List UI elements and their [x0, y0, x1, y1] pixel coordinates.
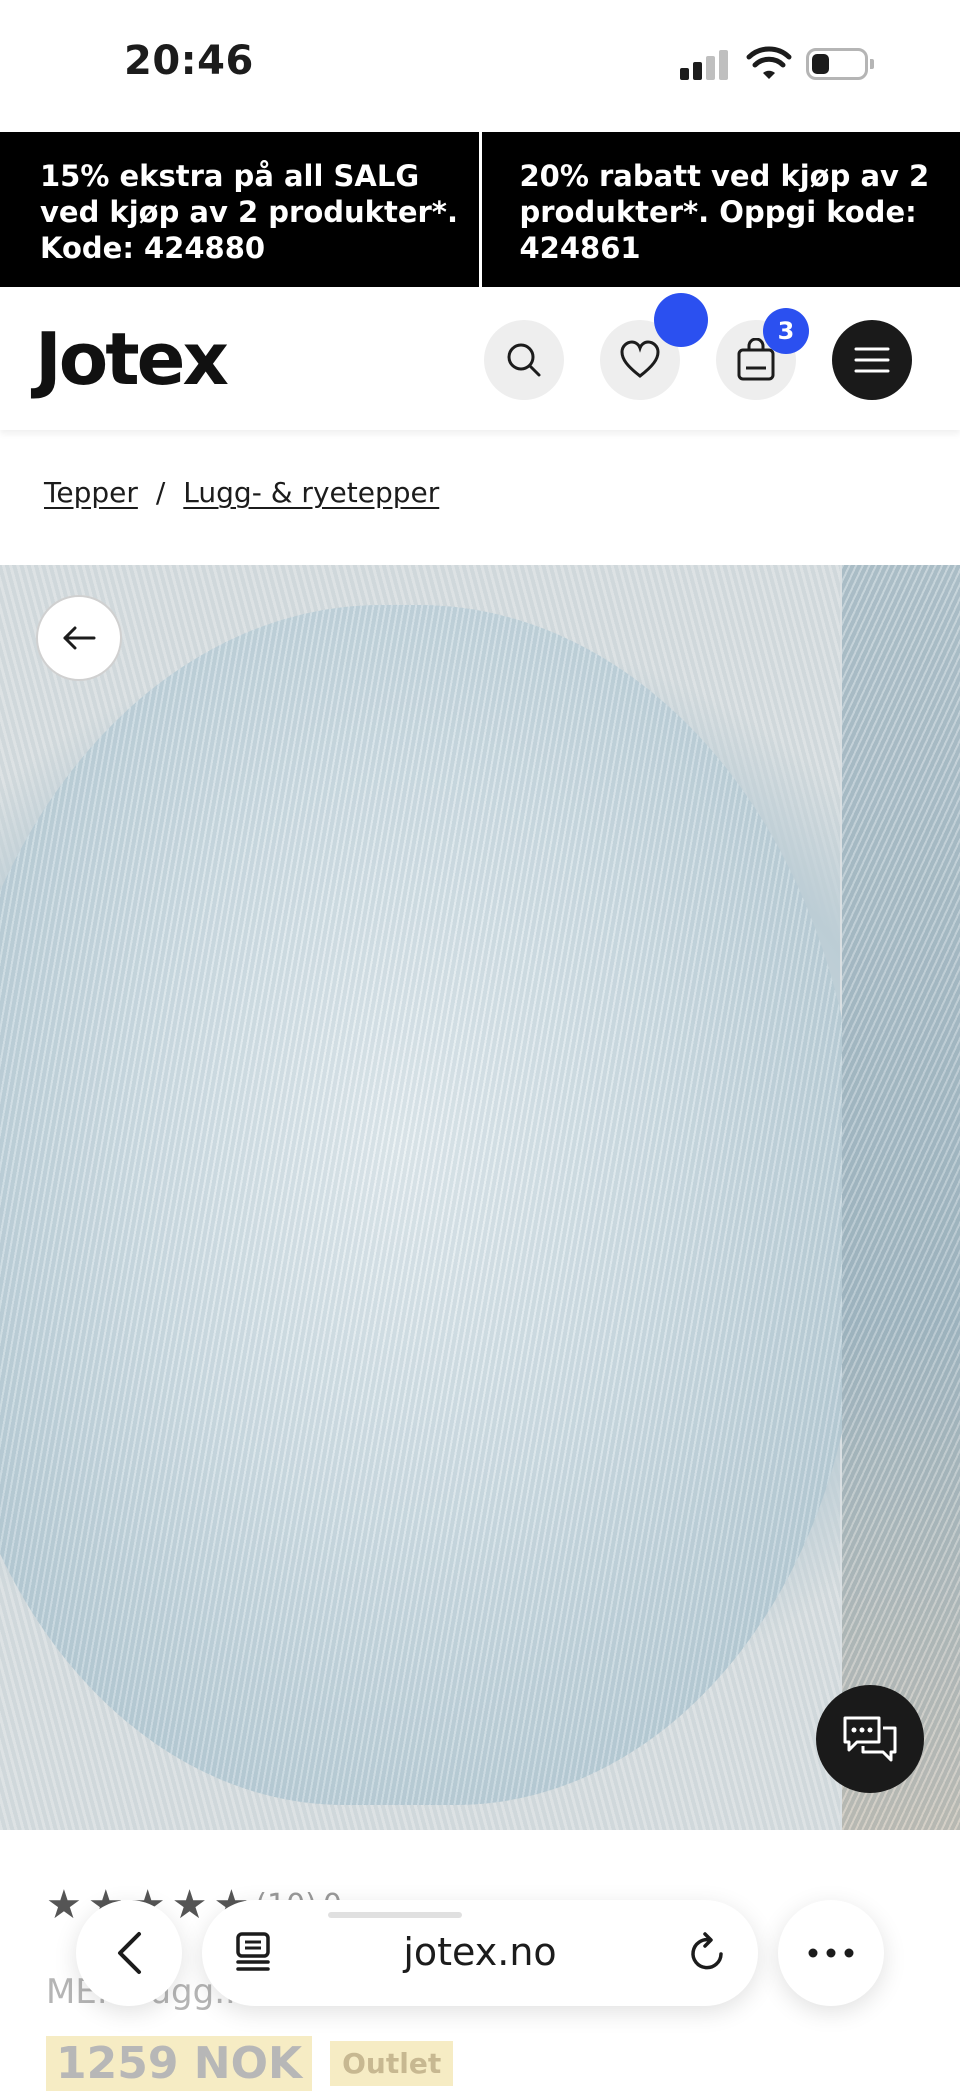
breadcrumb-separator: / — [156, 476, 165, 509]
cellular-signal-icon — [680, 50, 730, 80]
menu-button[interactable] — [832, 320, 912, 400]
cart-count-badge: 3 — [763, 308, 809, 354]
promo-banner: 15% ekstra på all SALG ved kjøp av 2 pro… — [0, 132, 960, 287]
url-text: jotex.no — [202, 1930, 758, 1974]
product-image-next-preview[interactable] — [842, 565, 960, 1830]
more-options-button[interactable] — [778, 1900, 884, 2006]
product-image-gallery[interactable] — [0, 565, 960, 1830]
arrow-left-icon — [62, 626, 96, 650]
heart-icon — [619, 340, 661, 380]
promo-message-1[interactable]: 15% ekstra på all SALG ved kjøp av 2 pro… — [0, 132, 479, 287]
breadcrumb-link-lugg-ryetepper[interactable]: Lugg- & ryetepper — [183, 476, 439, 509]
breadcrumb-link-tepper[interactable]: Tepper — [44, 476, 138, 509]
site-logo[interactable]: Jotex — [35, 317, 226, 401]
more-dots-icon — [808, 1948, 854, 1958]
menu-icon — [854, 346, 890, 374]
outlet-badge: Outlet — [330, 2041, 453, 2086]
price-row: 1259 NOK Outlet — [46, 2036, 453, 2091]
breadcrumb: Tepper / Lugg- & ryetepper — [44, 476, 439, 509]
search-button[interactable] — [484, 320, 564, 400]
home-indicator — [328, 1912, 462, 1918]
search-icon — [504, 340, 544, 380]
favorites-indicator-dot — [654, 293, 708, 347]
browser-toolbar: jotex.no — [0, 1880, 960, 2040]
browser-back-button[interactable] — [76, 1900, 182, 2006]
chat-bubbles-icon — [841, 1714, 899, 1764]
status-time: 20:46 — [124, 38, 254, 84]
product-price: 1259 NOK — [46, 2036, 312, 2091]
chevron-left-icon — [115, 1931, 143, 1975]
gallery-back-button[interactable] — [36, 595, 122, 681]
reload-icon[interactable] — [688, 1930, 728, 1974]
site-header: Jotex 3 — [0, 287, 960, 430]
promo-message-2[interactable]: 20% rabatt ved kjøp av 2 produkter*. Opp… — [482, 132, 960, 287]
product-image-main[interactable] — [0, 565, 840, 1830]
status-bar: 20:46 — [0, 0, 960, 132]
battery-icon — [806, 48, 868, 80]
wifi-icon — [746, 46, 792, 82]
address-bar[interactable]: jotex.no — [202, 1900, 758, 2006]
rug-photo — [0, 605, 860, 1805]
chat-support-button[interactable] — [816, 1685, 924, 1793]
